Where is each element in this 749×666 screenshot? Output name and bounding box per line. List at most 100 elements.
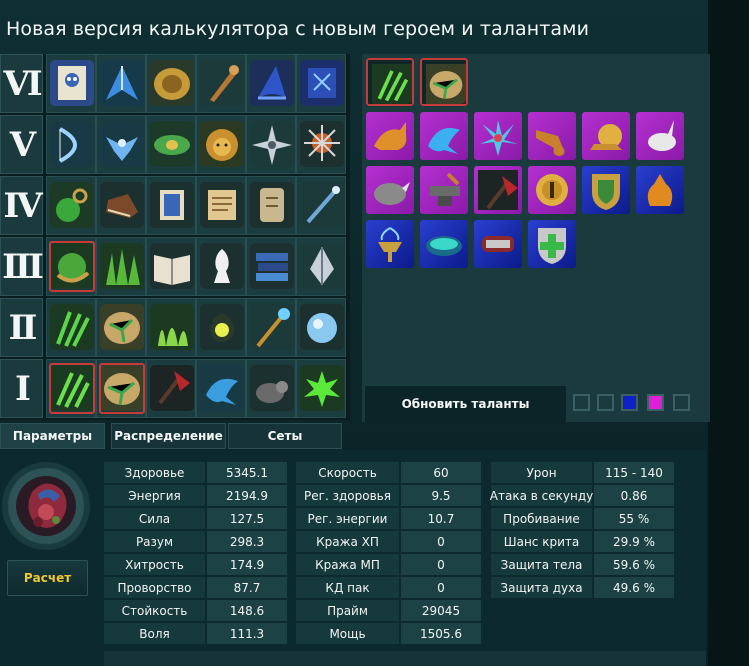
grass-tuft-icon bbox=[150, 304, 194, 350]
talent-slot[interactable] bbox=[146, 54, 196, 113]
stat-value: 298.3 bbox=[207, 531, 287, 552]
talent-slot[interactable] bbox=[196, 54, 246, 113]
talent-slot[interactable] bbox=[146, 115, 196, 174]
talent-slot[interactable] bbox=[46, 115, 96, 174]
tab-distribution[interactable]: Распределение bbox=[111, 423, 226, 449]
color-filter-swatch[interactable] bbox=[647, 394, 664, 411]
talent-slot[interactable] bbox=[246, 176, 296, 235]
tree-row-label: VI bbox=[0, 54, 43, 113]
color-filter-swatch[interactable] bbox=[621, 394, 638, 411]
talent-tile[interactable] bbox=[420, 112, 468, 160]
wooden-club-icon bbox=[200, 60, 244, 106]
stat-label: Атака в секунду bbox=[490, 485, 593, 506]
talent-slot[interactable] bbox=[146, 359, 196, 418]
green-band-icon bbox=[426, 236, 462, 256]
talent-slot[interactable] bbox=[196, 115, 246, 174]
shuriken-icon bbox=[250, 121, 294, 167]
talent-slot[interactable] bbox=[196, 237, 246, 296]
talent-slot[interactable] bbox=[46, 176, 96, 235]
talent-slot[interactable] bbox=[146, 237, 196, 296]
stat-label: Хитрость bbox=[104, 554, 205, 575]
talent-tile[interactable] bbox=[420, 220, 468, 268]
talent-slot[interactable] bbox=[146, 176, 196, 235]
color-filter-swatch[interactable] bbox=[573, 394, 590, 411]
talent-slot[interactable] bbox=[246, 298, 296, 357]
grass-tuft-icon bbox=[150, 304, 194, 350]
hero-portrait[interactable] bbox=[2, 462, 90, 550]
wizard-hat-icon bbox=[250, 60, 294, 106]
talent-tile[interactable] bbox=[528, 166, 576, 214]
shuriken-icon bbox=[250, 121, 294, 167]
selected-frame bbox=[420, 58, 468, 106]
talent-slot[interactable] bbox=[146, 298, 196, 357]
stat-value: 29.9 % bbox=[594, 531, 674, 552]
talent-slot[interactable] bbox=[296, 54, 346, 113]
selected-frame bbox=[366, 58, 414, 106]
stat-label: Прайм bbox=[296, 600, 399, 621]
magic-wand-icon bbox=[300, 182, 344, 228]
stat-label: Сила bbox=[104, 508, 205, 529]
talent-slot[interactable] bbox=[296, 359, 346, 418]
talent-slot[interactable] bbox=[296, 176, 346, 235]
talent-slot[interactable] bbox=[246, 237, 296, 296]
color-filter-swatch[interactable] bbox=[597, 394, 614, 411]
talent-tile[interactable] bbox=[366, 58, 414, 106]
talent-slot[interactable] bbox=[246, 115, 296, 174]
open-book-icon bbox=[150, 243, 194, 289]
talent-tile[interactable] bbox=[366, 220, 414, 268]
talent-slot[interactable] bbox=[296, 115, 346, 174]
talent-slot[interactable] bbox=[46, 298, 96, 357]
talent-tile[interactable] bbox=[366, 112, 414, 160]
talent-slot[interactable] bbox=[96, 359, 146, 418]
stat-label: КД пак bbox=[296, 577, 399, 598]
blue-blades-icon bbox=[100, 60, 144, 106]
crystal-staff-icon bbox=[250, 304, 294, 350]
talent-slot[interactable] bbox=[196, 359, 246, 418]
talent-tile[interactable] bbox=[636, 112, 684, 160]
talent-tile[interactable] bbox=[582, 166, 630, 214]
talent-slot[interactable] bbox=[96, 115, 146, 174]
tree-row-label: III bbox=[0, 237, 44, 296]
update-talents-button[interactable]: Обновить таланты bbox=[365, 386, 566, 422]
stat-value: 9.5 bbox=[401, 485, 481, 506]
tab-sets[interactable]: Сеты bbox=[228, 423, 342, 449]
calculate-button[interactable]: Расчет bbox=[7, 560, 88, 596]
talent-slot[interactable] bbox=[96, 298, 146, 357]
talent-tile[interactable] bbox=[474, 166, 522, 214]
talent-slot[interactable] bbox=[46, 359, 96, 418]
talent-slot[interactable] bbox=[96, 54, 146, 113]
green-belt-icon bbox=[150, 121, 194, 167]
talent-slot[interactable] bbox=[46, 237, 96, 296]
talent-slot[interactable] bbox=[296, 298, 346, 357]
rat-icon bbox=[250, 365, 294, 411]
red-gauntlet-icon bbox=[482, 236, 514, 252]
talent-slot[interactable] bbox=[296, 237, 346, 296]
color-filter-swatch[interactable] bbox=[673, 394, 690, 411]
talent-tile[interactable] bbox=[420, 166, 468, 214]
talent-slot[interactable] bbox=[246, 54, 296, 113]
grass-spikes-icon bbox=[100, 243, 144, 289]
rune-tome-icon bbox=[300, 60, 344, 106]
hero-portrait-icon bbox=[16, 476, 76, 536]
talent-slot[interactable] bbox=[196, 176, 246, 235]
talent-slot[interactable] bbox=[96, 176, 146, 235]
talent-tile[interactable] bbox=[474, 220, 522, 268]
gold-shield-icon bbox=[150, 60, 194, 106]
talent-slot[interactable] bbox=[46, 54, 96, 113]
stat-label: Проворство bbox=[104, 577, 205, 598]
talent-tile[interactable] bbox=[366, 166, 414, 214]
tab-parameters[interactable]: Параметры bbox=[0, 423, 105, 449]
page-title: Новая версия калькулятора с новым героем… bbox=[6, 18, 590, 40]
talent-tile[interactable] bbox=[636, 166, 684, 214]
talent-tile[interactable] bbox=[528, 112, 576, 160]
talent-tile[interactable] bbox=[528, 220, 576, 268]
anvil-icon bbox=[430, 172, 460, 206]
arrowhead-icon bbox=[300, 243, 344, 289]
talent-slot[interactable] bbox=[246, 359, 296, 418]
talent-slot[interactable] bbox=[96, 237, 146, 296]
talent-tile[interactable] bbox=[420, 58, 468, 106]
talent-slot[interactable] bbox=[196, 298, 246, 357]
stat-value: 115 - 140 bbox=[594, 462, 674, 483]
talent-tile[interactable] bbox=[474, 112, 522, 160]
talent-tile[interactable] bbox=[582, 112, 630, 160]
